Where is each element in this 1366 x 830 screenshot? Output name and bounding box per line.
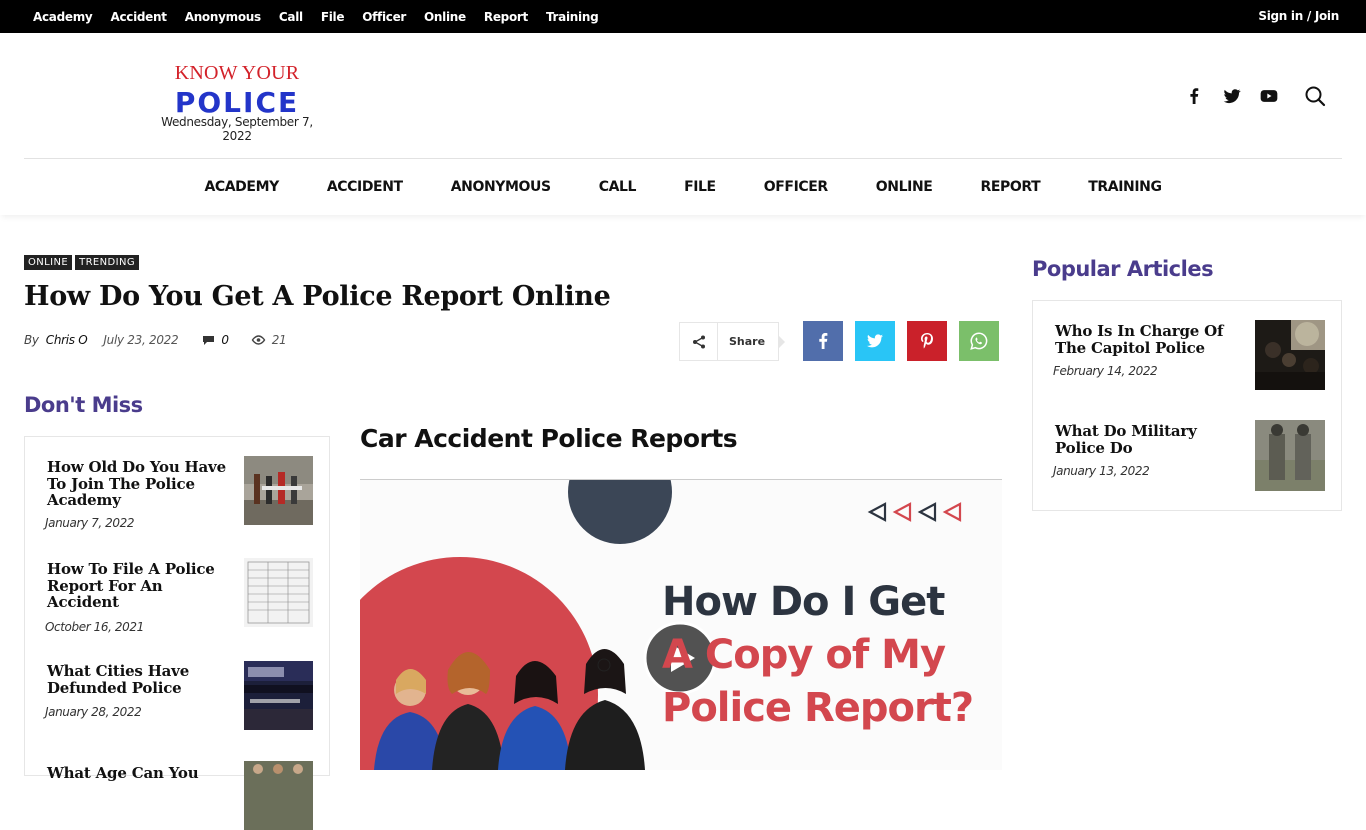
whatsapp-icon	[970, 332, 988, 350]
twitter-icon	[867, 334, 883, 348]
top-nav-anonymous[interactable]: Anonymous	[185, 10, 261, 24]
author-link[interactable]: Chris O	[46, 333, 88, 347]
popular-item-date: January 13, 2022	[1053, 464, 1150, 478]
dont-miss-item-title[interactable]: What Cities Have Defunded Police	[47, 663, 227, 696]
thumbnail-police-age[interactable]	[244, 761, 313, 830]
byline-prefix: By	[24, 333, 39, 347]
top-nav: Academy Accident Anonymous Call File Off…	[33, 0, 616, 33]
top-bar: Academy Accident Anonymous Call File Off…	[0, 0, 1366, 33]
dont-miss-item-title[interactable]: What Age Can You	[47, 765, 227, 782]
main-nav-online[interactable]: ONLINE	[876, 179, 933, 195]
popular-item-date: February 14, 2022	[1053, 364, 1158, 378]
youtube-icon[interactable]	[1259, 86, 1279, 106]
dont-miss-heading: Don't Miss	[24, 393, 143, 417]
eye-icon	[251, 335, 266, 345]
thumbnail-military-police[interactable]	[1255, 420, 1325, 491]
facebook-icon	[819, 333, 828, 349]
facebook-icon[interactable]	[1186, 86, 1202, 106]
dont-miss-item-date: January 28, 2022	[45, 705, 142, 719]
top-nav-officer[interactable]: Officer	[362, 10, 406, 24]
main-nav-academy[interactable]: ACADEMY	[204, 179, 279, 195]
dont-miss-item-title[interactable]: How Old Do You Have To Join The Police A…	[47, 459, 227, 509]
signin-link[interactable]: Sign in / Join	[1258, 0, 1339, 33]
top-nav-report[interactable]: Report	[484, 10, 528, 24]
search-icon[interactable]	[1304, 85, 1326, 107]
header-date: Wednesday, September 7, 2022	[161, 115, 313, 143]
top-nav-accident[interactable]: Accident	[110, 10, 167, 24]
category-tag-online[interactable]: ONLINE	[24, 255, 73, 270]
share-pinterest-button[interactable]	[907, 321, 947, 361]
share-twitter-button[interactable]	[855, 321, 895, 361]
article-date: July 23, 2022	[103, 333, 179, 347]
popular-item-title[interactable]: What Do Military Police Do	[1055, 423, 1235, 456]
hero-text-line3: Police Report?	[662, 685, 974, 731]
share-button[interactable]: Share	[679, 322, 785, 361]
main-nav-report[interactable]: REPORT	[980, 179, 1040, 195]
category-tags: ONLINE TRENDING	[24, 255, 142, 270]
thumbnail-capitol-police[interactable]	[1255, 320, 1325, 390]
play-button[interactable]	[645, 623, 715, 693]
thumbnail-defund-police[interactable]	[244, 661, 313, 730]
top-nav-training[interactable]: Training	[546, 10, 599, 24]
share-icon	[680, 322, 718, 361]
popular-articles-heading: Popular Articles	[1032, 257, 1214, 281]
category-tag-trending[interactable]: TRENDING	[75, 255, 140, 270]
thumbnail-police-report[interactable]	[244, 558, 313, 627]
popular-item-title[interactable]: Who Is In Charge Of The Capitol Police	[1055, 323, 1235, 356]
main-nav-accident[interactable]: ACCIDENT	[327, 179, 403, 195]
article-meta: By Chris O July 23, 2022 0 21	[24, 333, 287, 347]
share-arrow	[778, 335, 785, 349]
top-nav-online[interactable]: Online	[424, 10, 466, 24]
top-nav-academy[interactable]: Academy	[33, 10, 93, 24]
top-nav-file[interactable]: File	[321, 10, 345, 24]
pinterest-icon	[921, 333, 933, 349]
hero-text-line1: How Do I Get	[662, 579, 945, 625]
twitter-icon[interactable]	[1222, 86, 1242, 106]
share-whatsapp-button[interactable]	[959, 321, 999, 361]
dont-miss-item-date: October 16, 2021	[45, 620, 144, 634]
main-nav-officer[interactable]: OFFICER	[764, 179, 828, 195]
dont-miss-list: How Old Do You Have To Join The Police A…	[24, 436, 330, 830]
thumbnail-police-academy[interactable]	[244, 456, 313, 525]
comment-count-value: 0	[221, 333, 229, 347]
top-nav-call[interactable]: Call	[279, 10, 303, 24]
view-count-value: 21	[271, 333, 287, 347]
main-nav-file[interactable]: FILE	[684, 179, 716, 195]
comment-icon	[203, 335, 215, 345]
comment-count[interactable]: 0	[202, 333, 229, 347]
view-count: 21	[251, 333, 287, 347]
share-label: Share	[729, 335, 766, 348]
dont-miss-item-title[interactable]: How To File A Police Report For An Accid…	[47, 561, 227, 611]
main-nav: ACADEMY ACCIDENT ANONYMOUS CALL FILE OFF…	[0, 159, 1366, 215]
logo-top-text[interactable]: KNOW YOUR	[146, 62, 328, 85]
dont-miss-item-date: January 7, 2022	[45, 516, 135, 530]
article-title: How Do You Get A Police Report Online	[24, 281, 611, 312]
section-subheading: Car Accident Police Reports	[360, 424, 738, 453]
main-nav-anonymous[interactable]: ANONYMOUS	[451, 179, 551, 195]
main-nav-call[interactable]: CALL	[599, 179, 637, 195]
popular-articles-list: Who Is In Charge Of The Capitol Police F…	[1032, 300, 1342, 511]
share-facebook-button[interactable]	[803, 321, 843, 361]
main-nav-training[interactable]: TRAINING	[1088, 179, 1162, 195]
hero-video-thumbnail[interactable]: How Do I Get A Copy of My Police Report?	[360, 480, 1002, 770]
